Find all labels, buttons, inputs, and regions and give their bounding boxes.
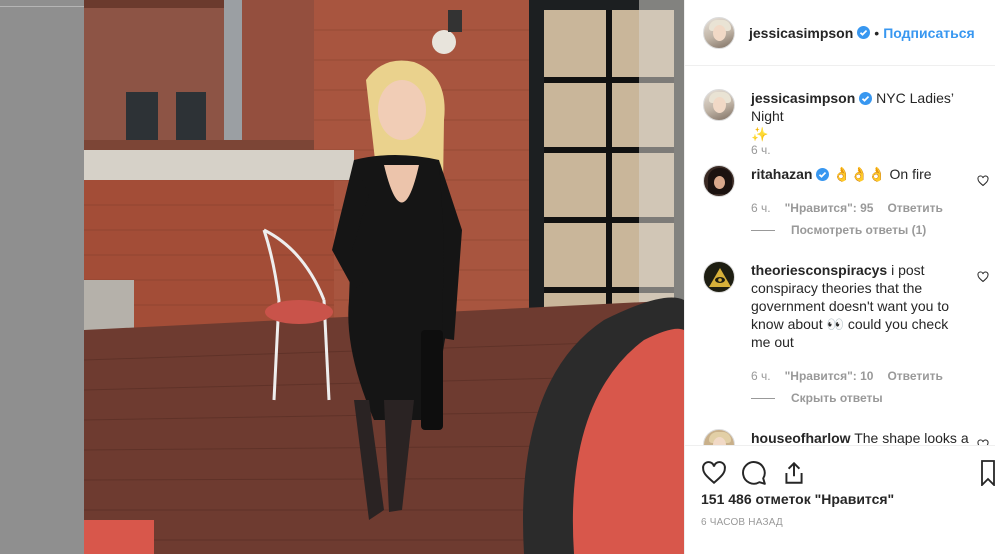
comment-text-line: i post <box>891 262 925 278</box>
post-header: jessicasimpson • Подписаться <box>685 0 995 66</box>
reply-button[interactable]: Ответить <box>887 201 942 215</box>
verified-badge-icon <box>859 92 873 105</box>
comment-icon[interactable] <box>741 460 767 486</box>
comment-username[interactable]: theoriesconspiracys <box>751 262 887 278</box>
comment-time[interactable]: 6 ч. <box>751 201 771 215</box>
verified-badge-icon <box>857 26 871 39</box>
backdrop-divider <box>0 6 84 7</box>
comment-meta: 6 ч. "Нравится": 95 Ответить <box>751 201 943 215</box>
comments-list: jessicasimpson NYC Ladies’ Night ✨ 6 ч. … <box>685 67 995 445</box>
sparkles-emoji: ✨ <box>751 126 769 142</box>
comment-text: 👌👌👌 On fire <box>833 166 932 182</box>
posted-time[interactable]: 6 часов назад <box>701 517 783 528</box>
replies-rule <box>751 397 775 399</box>
view-replies-label: Посмотреть ответы (1) <box>791 223 927 237</box>
share-icon[interactable] <box>781 460 807 486</box>
comment-item: houseofharlow The shape looks a <box>703 429 993 445</box>
comment-avatar[interactable] <box>703 261 735 293</box>
post-side-panel: jessicasimpson • Подписаться jessicasimp… <box>684 0 995 554</box>
photo-illustration <box>84 0 684 554</box>
author-username[interactable]: jessicasimpson <box>749 25 853 41</box>
caption-body: jessicasimpson NYC Ladies’ Night ✨ <box>751 89 971 143</box>
hide-replies-button[interactable]: Скрыть ответы <box>751 391 883 405</box>
comment-avatar[interactable] <box>703 165 735 197</box>
separator-dot: • <box>874 24 880 41</box>
comment-body: ritahazan 👌👌👌 On fire <box>751 165 971 183</box>
comment-meta: 6 ч. "Нравится": 10 Ответить <box>751 369 943 383</box>
heart-icon[interactable] <box>701 460 727 486</box>
author-avatar[interactable] <box>703 16 735 49</box>
comment-likes[interactable]: "Нравится": 10 <box>785 369 874 383</box>
comment-like-heart-icon[interactable] <box>977 175 989 187</box>
comment-body: houseofharlow The shape looks a <box>751 429 971 445</box>
comment-like-heart-icon[interactable] <box>977 271 989 283</box>
comment-text-line: me out <box>751 334 794 350</box>
comment-likes[interactable]: "Нравится": 95 <box>785 201 874 215</box>
comment-item: ritahazan 👌👌👌 On fire 6 ч. "Нравится": 9… <box>703 165 993 245</box>
post-photo[interactable] <box>84 0 684 554</box>
comment-username[interactable]: ritahazan <box>751 166 812 182</box>
verified-badge-icon <box>816 168 830 181</box>
comment-text-line: know about 👀 could you check <box>751 316 949 332</box>
comment-time[interactable]: 6 ч. <box>751 369 771 383</box>
comment-body: theoriesconspiracys i post conspiracy th… <box>751 261 971 351</box>
comment-text-line: conspiracy theories that the <box>751 280 923 296</box>
caption-username[interactable]: jessicasimpson <box>751 90 855 106</box>
comment-item: theoriesconspiracys i post conspiracy th… <box>703 261 993 411</box>
bookmark-icon[interactable] <box>981 460 995 486</box>
comment-username[interactable]: houseofharlow <box>751 430 851 445</box>
reply-button[interactable]: Ответить <box>887 369 942 383</box>
caption-avatar[interactable] <box>703 89 735 121</box>
caption: jessicasimpson NYC Ladies’ Night ✨ 6 ч. <box>703 89 993 159</box>
view-replies-button[interactable]: Посмотреть ответы (1) <box>751 223 926 237</box>
comment-text-line: government doesn't want you to <box>751 298 950 314</box>
follow-button[interactable]: Подписаться <box>883 25 975 41</box>
replies-rule <box>751 229 775 231</box>
caption-meta: 6 ч. <box>751 143 771 157</box>
comment-text: The shape looks a <box>854 430 969 445</box>
hide-replies-label: Скрыть ответы <box>791 391 883 405</box>
illuminati-eye-icon <box>709 268 731 287</box>
caption-time[interactable]: 6 ч. <box>751 143 771 157</box>
likes-count[interactable]: 151 486 отметок "Нравится" <box>701 491 894 507</box>
page-backdrop <box>0 0 84 554</box>
comment-avatar[interactable] <box>703 429 735 445</box>
